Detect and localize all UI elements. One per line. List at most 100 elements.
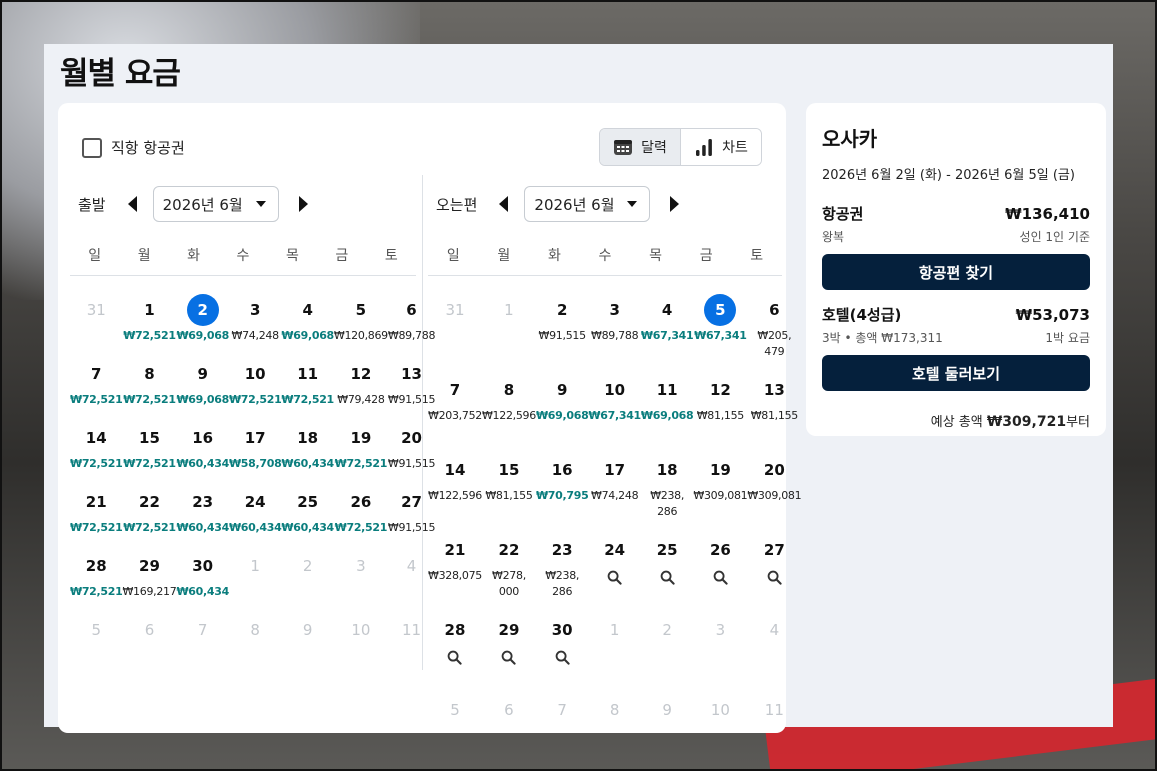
calendar-day[interactable]: 20 ₩309,081 <box>747 446 801 526</box>
calendar-day: 10 <box>334 606 388 670</box>
calendar-day[interactable]: 21 ₩328,075 <box>428 526 482 606</box>
calendar-day[interactable]: 6 ₩205, 479 <box>747 286 801 366</box>
day-number: 11 <box>297 365 319 383</box>
day-price: ₩309,081 <box>693 489 748 502</box>
calendar-day[interactable]: 28 ₩72,521 <box>70 542 123 606</box>
day-number: 12 <box>350 365 372 383</box>
day-number: 7 <box>449 381 461 399</box>
calendar-day[interactable]: 25 <box>641 526 693 606</box>
calendar-day[interactable]: 19 ₩309,081 <box>693 446 747 526</box>
calendar-day[interactable]: 23 ₩60,434 <box>176 478 229 542</box>
calendar-day[interactable]: 22 ₩72,521 <box>122 478 176 542</box>
calendar-day[interactable]: 30 ₩60,434 <box>176 542 229 606</box>
calendar-day[interactable]: 25 ₩60,434 <box>281 478 334 542</box>
calendar-day[interactable]: 12 ₩81,155 <box>693 366 747 446</box>
day-price: ₩122,596 <box>428 489 482 502</box>
calendar-view-button[interactable]: 달력 <box>600 129 681 165</box>
calendar-day: 7 <box>536 686 588 750</box>
calendar-day[interactable]: 2 ₩91,515 <box>536 286 588 366</box>
calendar-day[interactable]: 13 ₩81,155 <box>747 366 801 446</box>
day-price: ₩74,248 <box>591 489 639 502</box>
calendar-day[interactable]: 4 ₩67,341 <box>640 286 694 366</box>
calendar-day[interactable]: 15 ₩81,155 <box>482 446 536 526</box>
total-suffix: 부터 <box>1066 415 1090 430</box>
calendar-day[interactable]: 28 <box>428 606 482 686</box>
calendar-day[interactable]: 2 ₩69,068 <box>176 286 229 350</box>
direct-flights-checkbox[interactable] <box>82 137 102 158</box>
calendar-day[interactable]: 12 ₩79,428 <box>334 350 388 414</box>
calendar-day[interactable]: 21 ₩72,521 <box>70 478 123 542</box>
weekday-label: 화 <box>547 248 561 264</box>
depart-month-select[interactable]: 2026년 6월 <box>152 186 279 222</box>
calendar-day[interactable]: 18 ₩60,434 <box>281 414 334 478</box>
calendar-day[interactable]: 24 ₩60,434 <box>229 478 282 542</box>
selected-day-number: 2 <box>186 294 219 326</box>
browse-hotels-button[interactable]: 호텔 둘러보기 <box>822 355 1090 391</box>
calendar-day[interactable]: 26 ₩72,521 <box>334 478 388 542</box>
calendar-day[interactable]: 24 <box>588 526 640 606</box>
calendar-day[interactable]: 8 ₩72,521 <box>122 350 176 414</box>
calendar-day[interactable]: 10 ₩72,521 <box>229 350 282 414</box>
calendar-day[interactable]: 14 ₩122,596 <box>428 446 482 526</box>
search-icon <box>448 650 463 665</box>
day-number: 7 <box>557 701 567 719</box>
calendar-day[interactable]: 5 ₩67,341 <box>693 286 747 366</box>
calendar-day[interactable]: 16 ₩70,795 <box>536 446 589 526</box>
calendar-day: 5 <box>70 606 122 670</box>
calendar-day[interactable]: 30 <box>536 606 588 686</box>
calendar-day: 3 <box>334 542 388 606</box>
calendar-day[interactable]: 9 ₩69,068 <box>176 350 229 414</box>
calendar-day[interactable]: 27 <box>747 526 801 606</box>
prev-month-icon[interactable] <box>499 196 509 212</box>
calendar-day[interactable]: 23 ₩238, 286 <box>536 526 588 606</box>
next-month-icon[interactable] <box>298 196 308 212</box>
next-month-icon[interactable] <box>670 196 680 212</box>
calendar-day[interactable]: 7 ₩72,521 <box>70 350 123 414</box>
day-number: 23 <box>551 541 573 559</box>
calendar-day[interactable]: 17 ₩74,248 <box>588 446 640 526</box>
calendar-day[interactable]: 15 ₩72,521 <box>122 414 176 478</box>
calendar-day[interactable]: 16 ₩60,434 <box>176 414 229 478</box>
calendar-day[interactable]: 3 ₩74,248 <box>229 286 281 350</box>
day-number: 30 <box>192 557 214 575</box>
calendar-day[interactable]: 10 ₩67,341 <box>588 366 641 446</box>
day-number: 5 <box>91 621 101 639</box>
day-price: ₩69,068 <box>640 409 694 422</box>
day-price: ₩72,521 <box>70 521 123 534</box>
calendar-day[interactable]: 5 ₩120,869 <box>334 286 388 350</box>
calendar-day[interactable]: 14 ₩72,521 <box>70 414 123 478</box>
calendar-day[interactable]: 19 ₩72,521 <box>334 414 388 478</box>
day-number: 18 <box>297 429 319 447</box>
day-number: 12 <box>709 381 731 399</box>
day-number: 17 <box>604 461 626 479</box>
hotel-label: 호텔(4성급) <box>822 306 902 324</box>
calendar-day[interactable]: 29 <box>482 606 536 686</box>
calendar-day[interactable]: 18 ₩238, 286 <box>641 446 693 526</box>
chart-view-button[interactable]: 차트 <box>681 129 761 165</box>
calendar-day[interactable]: 7 ₩203,752 <box>428 366 482 446</box>
calendar-day[interactable]: 1 ₩72,521 <box>122 286 176 350</box>
prev-month-icon[interactable] <box>127 196 137 212</box>
calendar-icon <box>614 140 633 155</box>
calendar-day[interactable]: 11 ₩69,068 <box>640 366 694 446</box>
day-price: ₩67,341 <box>640 329 694 342</box>
day-price: ₩72,521 <box>123 457 176 470</box>
day-number: 14 <box>85 429 107 447</box>
weekday-label: 수 <box>598 248 612 264</box>
calendar-day: 5 <box>428 686 482 750</box>
calendar-day[interactable]: 3 ₩89,788 <box>588 286 640 366</box>
calendar-day[interactable]: 11 ₩72,521 <box>281 350 334 414</box>
day-number: 3 <box>249 301 261 319</box>
calendar-day[interactable]: 22 ₩278, 000 <box>482 526 536 606</box>
direct-flights-filter[interactable]: 직항 항공권 <box>82 137 185 158</box>
calendar-day[interactable]: 9 ₩69,068 <box>536 366 589 446</box>
calendar-day[interactable]: 29 ₩169,217 <box>122 542 176 606</box>
find-flights-button[interactable]: 항공편 찾기 <box>822 254 1090 290</box>
day-number: 9 <box>556 381 568 399</box>
calendar-day[interactable]: 17 ₩58,708 <box>229 414 282 478</box>
day-number: 31 <box>86 301 106 319</box>
calendar-day[interactable]: 4 ₩69,068 <box>281 286 334 350</box>
calendar-day[interactable]: 8 ₩122,596 <box>482 366 536 446</box>
calendar-day[interactable]: 26 <box>693 526 747 606</box>
return-month-select[interactable]: 2026년 6월 <box>524 186 651 222</box>
